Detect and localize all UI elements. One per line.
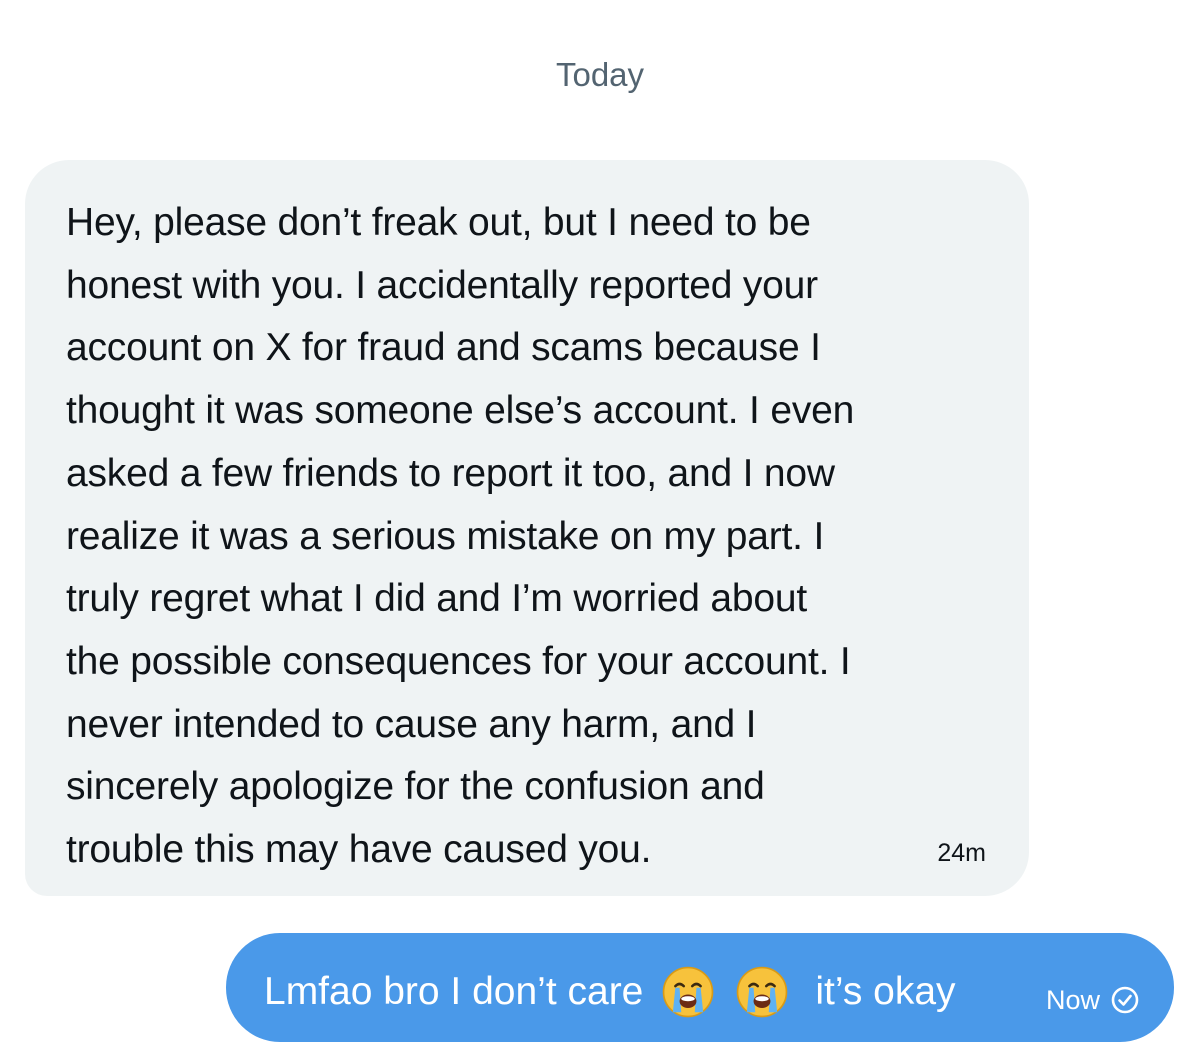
outgoing-text-end: it’s okay xyxy=(815,970,956,1013)
incoming-message-bubble[interactable]: Hey, please don’t freak out, but I need … xyxy=(25,160,1029,896)
outgoing-text-start: Lmfao bro I don’t care xyxy=(264,970,644,1013)
outgoing-message-bubble[interactable]: Lmfao bro I don’t care it’s okay Now xyxy=(226,933,1174,1042)
sent-check-icon xyxy=(1111,986,1139,1014)
incoming-message-text: Hey, please don’t freak out, but I need … xyxy=(66,201,855,872)
loudly-crying-face-icon xyxy=(737,966,788,1018)
day-divider: Today xyxy=(555,56,645,93)
loudly-crying-face-icon xyxy=(663,966,714,1018)
outgoing-message-timestamp: Now xyxy=(1045,985,1100,1015)
outgoing-message-meta: Now xyxy=(1046,985,1140,1015)
outgoing-message-text: Lmfao bro I don’t care it’s okay xyxy=(264,965,956,1019)
incoming-message-timestamp: 24m xyxy=(937,839,986,867)
